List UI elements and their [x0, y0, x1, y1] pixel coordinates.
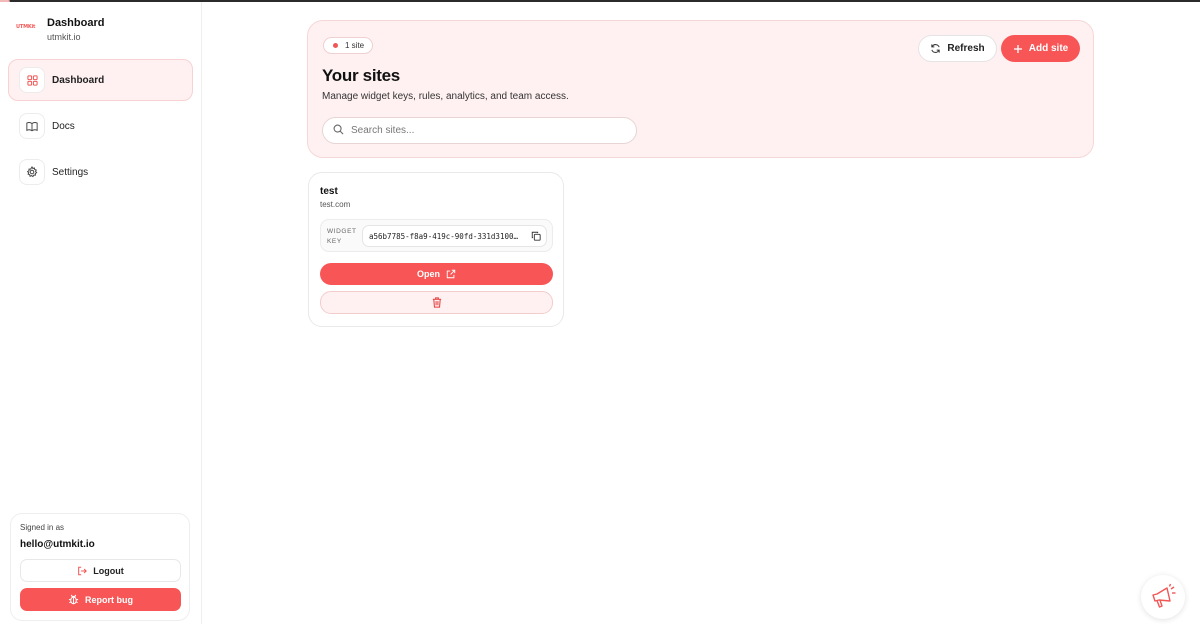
trash-icon — [432, 297, 442, 308]
utmkit-logo: UTMKit — [16, 24, 36, 30]
refresh-button[interactable]: Refresh — [918, 35, 997, 62]
site-name: test — [320, 186, 338, 197]
megaphone-icon — [1149, 583, 1177, 611]
feedback-button[interactable] — [1141, 575, 1185, 619]
sidebar: UTMKit Dashboard utmkit.io Dashboard Doc… — [0, 2, 202, 624]
sidebar-item-label: Docs — [52, 120, 75, 132]
search-input[interactable] — [351, 125, 611, 136]
site-count-label: 1 site — [345, 41, 365, 50]
delete-site-button[interactable] — [320, 291, 553, 314]
book-icon — [19, 113, 45, 139]
widget-key-box: WIDGET KEY a56b7785-f8a9-419c-90fd-331d3… — [320, 219, 553, 252]
brand-title: Dashboard — [47, 17, 105, 29]
search-icon — [333, 122, 344, 140]
add-site-label: Add site — [1028, 43, 1069, 54]
sidebar-item-settings[interactable]: Settings — [8, 151, 193, 193]
open-site-button[interactable]: Open — [320, 263, 553, 285]
sidebar-item-docs[interactable]: Docs — [8, 105, 193, 147]
sidebar-item-label: Dashboard — [52, 74, 105, 86]
user-email: hello@utmkit.io — [20, 539, 95, 550]
brand: UTMKit Dashboard utmkit.io — [16, 16, 104, 44]
logout-icon — [77, 566, 88, 576]
page-title: Your sites — [322, 66, 400, 85]
open-label: Open — [416, 269, 440, 279]
site-domain: test.com — [320, 200, 351, 209]
user-card: Signed in as hello@utmkit.io Logout Repo… — [10, 513, 190, 621]
sidebar-item-label: Settings — [52, 166, 89, 178]
refresh-icon — [930, 43, 941, 54]
gear-icon — [19, 159, 45, 185]
report-bug-label: Report bug — [85, 594, 133, 605]
copy-icon[interactable] — [531, 231, 541, 241]
widget-key-value: a56b7785-f8a9-419c-90fd-331d3100… — [369, 231, 519, 241]
widget-key-label: WIDGET KEY — [327, 228, 357, 245]
status-dot — [333, 43, 338, 48]
logout-label: Logout — [93, 565, 124, 576]
sidebar-item-dashboard[interactable]: Dashboard — [8, 59, 193, 101]
signed-in-label: Signed in as — [20, 523, 65, 532]
add-site-button[interactable]: Add site — [1001, 35, 1080, 62]
bug-icon — [68, 594, 79, 605]
brand-subtitle: utmkit.io — [47, 32, 81, 42]
page-subtitle: Manage widget keys, rules, analytics, an… — [322, 91, 569, 102]
search-box — [322, 117, 637, 144]
logout-button[interactable]: Logout — [20, 559, 181, 582]
sites-header-panel: 1 site Your sites Manage widget keys, ru… — [307, 20, 1094, 158]
grid-icon — [19, 67, 45, 93]
external-link-icon — [446, 269, 456, 279]
plus-icon — [1013, 44, 1023, 54]
sidebar-nav: Dashboard Docs Settings — [8, 59, 193, 197]
site-card: test test.com WIDGET KEY a56b7785-f8a9-4… — [308, 172, 564, 327]
site-count-badge: 1 site — [323, 37, 374, 54]
report-bug-button[interactable]: Report bug — [20, 588, 181, 611]
widget-key-field[interactable]: a56b7785-f8a9-419c-90fd-331d3100… — [362, 225, 547, 247]
refresh-label: Refresh — [947, 43, 985, 54]
